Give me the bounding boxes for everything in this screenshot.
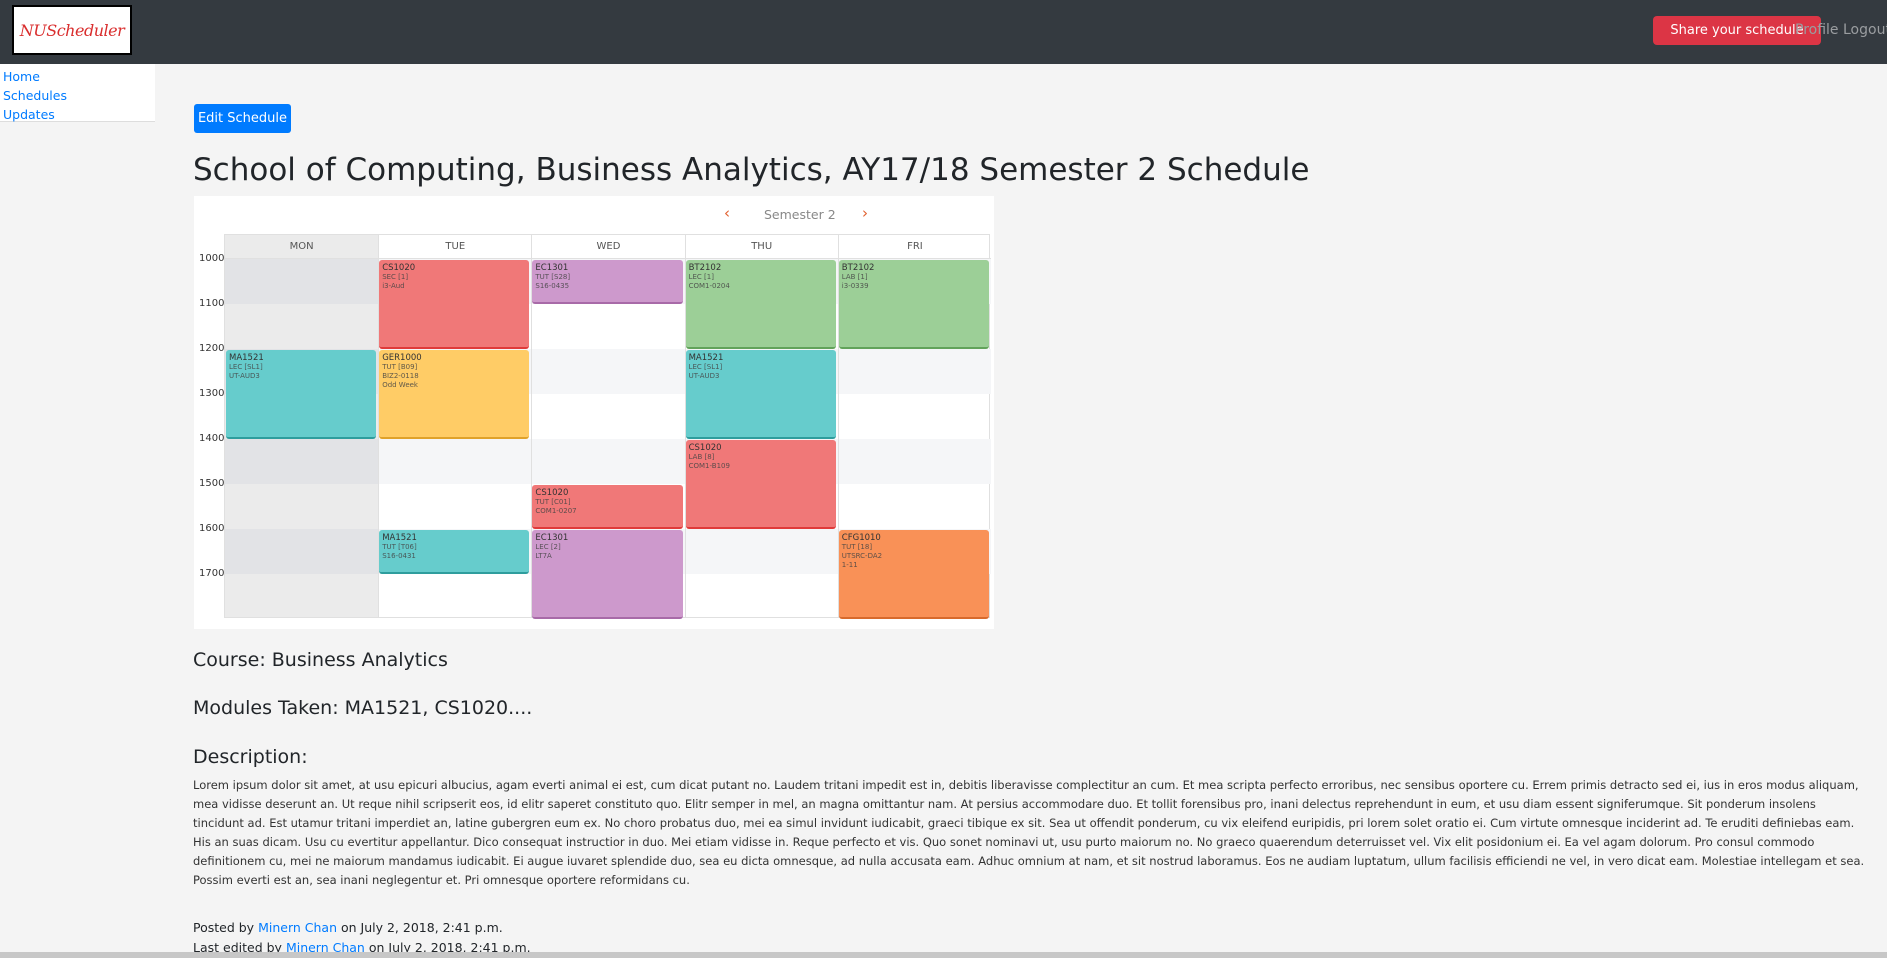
posted-prefix: Posted by <box>193 920 255 935</box>
semester-nav: ‹ Semester 2 › <box>194 204 994 224</box>
chevron-left-icon[interactable]: ‹ <box>724 204 730 222</box>
timetable-event[interactable]: CS1020 LAB [8] COM1-B109 <box>685 440 836 529</box>
edit-schedule-button[interactable]: Edit Schedule <box>194 104 291 133</box>
top-navbar: NUScheduler Share your schedule Profile … <box>0 0 1887 64</box>
course-heading: Course: Business Analytics <box>193 649 448 671</box>
sidebar: Home Schedules Updates <box>0 64 155 122</box>
posted-date: on July 2, 2018, 2:41 p.m. <box>340 920 503 935</box>
event-details: LAB [8] COM1-B109 <box>688 453 730 470</box>
event-details: LEC [2] LT7A <box>535 543 561 560</box>
hour-label: 1100 <box>199 298 225 309</box>
event-details: TUT [T06] S16-0431 <box>382 543 417 560</box>
posted-author-link[interactable]: Minern Chan <box>258 920 337 935</box>
hour-label: 1500 <box>199 478 225 489</box>
timetable-event[interactable]: MA1521 LEC [SL1] UT-AUD3 <box>685 350 836 439</box>
timetable-event[interactable]: EC1301 TUT [S28] S16-0435 <box>532 260 683 304</box>
logout-link[interactable]: Logout <box>1843 22 1887 38</box>
event-code: MA1521 <box>688 353 724 363</box>
event-code: CFG1010 <box>841 533 881 543</box>
logo[interactable]: NUScheduler <box>12 5 132 55</box>
description-heading: Description: <box>193 746 308 768</box>
timetable-event[interactable]: BT2102 LAB [1] i3-0339 <box>838 260 989 349</box>
timetable-event[interactable]: CS1020 TUT [C01] COM1-0207 <box>532 485 683 529</box>
day-header: FRI <box>838 235 991 259</box>
profile-link[interactable]: Profile <box>1795 22 1839 38</box>
day-header: THU <box>685 235 838 259</box>
hour-label: 1000 <box>199 253 225 264</box>
page-title: School of Computing, Business Analytics,… <box>193 152 1310 188</box>
event-code: MA1521 <box>229 353 264 363</box>
event-code: EC1301 <box>535 263 569 273</box>
day-header: TUE <box>379 235 532 259</box>
hour-label: 1200 <box>199 343 225 354</box>
timetable-event[interactable]: BT2102 LEC [1] COM1-0204 <box>685 260 836 349</box>
event-code: CS1020 <box>535 488 569 498</box>
timetable-event[interactable]: EC1301 LEC [2] LT7A <box>532 530 683 619</box>
event-code: GER1000 <box>382 353 422 363</box>
event-details: TUT [B09] BIZ2-0118 Odd Week <box>382 363 419 389</box>
sidebar-item-updates[interactable]: Updates <box>3 105 155 124</box>
event-details: LAB [1] i3-0339 <box>841 273 869 290</box>
event-details: TUT [S28] S16-0435 <box>535 273 571 290</box>
timetable: ‹ Semester 2 › 1000 1100 1200 1300 1400 1500 1… <box>194 196 994 629</box>
timetable-event[interactable]: MA1521 LEC [SL1] UT-AUD3 <box>226 350 377 439</box>
timetable-grid: MON TUE WED THU FRI CS1020 SEC [1] i3-Aud EC130… <box>224 234 991 619</box>
event-code: BT2102 <box>841 263 875 273</box>
event-details: TUT [C01] COM1-0207 <box>535 498 577 515</box>
timetable-event[interactable]: CS1020 SEC [1] i3-Aud <box>379 260 530 349</box>
event-code: MA1521 <box>382 533 417 543</box>
timetable-event[interactable]: MA1521 TUT [T06] S16-0431 <box>379 530 530 574</box>
sidebar-item-schedules[interactable]: Schedules <box>3 86 155 105</box>
event-code: CS1020 <box>688 443 722 453</box>
sidebar-item-home[interactable]: Home <box>3 67 155 86</box>
event-code: CS1020 <box>382 263 416 273</box>
day-header: MON <box>225 235 379 259</box>
modules-heading: Modules Taken: MA1521, CS1020.... <box>193 697 533 719</box>
event-details: LEC [SL1] UT-AUD3 <box>229 363 263 380</box>
logo-text: NUScheduler <box>19 20 125 40</box>
event-details: LEC [1] COM1-0204 <box>688 273 730 290</box>
posted-by: Posted by Minern Chan on July 2, 2018, 2… <box>193 920 503 935</box>
semester-label: Semester 2 <box>764 207 836 222</box>
hour-label: 1600 <box>199 523 225 534</box>
event-code: EC1301 <box>535 533 569 543</box>
description-text: Lorem ipsum dolor sit amet, at usu epicu… <box>193 778 1865 887</box>
event-details: TUT [18] UTSRC-DA2 1-11 <box>841 543 883 569</box>
timetable-event[interactable]: CFG1010 TUT [18] UTSRC-DA2 1-11 <box>838 530 989 619</box>
hour-label: 1400 <box>199 433 225 444</box>
timetable-event[interactable]: GER1000 TUT [B09] BIZ2-0118 Odd Week <box>379 350 530 439</box>
event-details: LEC [SL1] UT-AUD3 <box>688 363 723 380</box>
day-header: WED <box>532 235 685 259</box>
event-details: SEC [1] i3-Aud <box>382 273 409 290</box>
hour-label: 1300 <box>199 388 225 399</box>
hour-label: 1700 <box>199 568 225 579</box>
event-code: BT2102 <box>688 263 722 273</box>
chevron-right-icon[interactable]: › <box>862 204 868 222</box>
horizontal-scrollbar[interactable] <box>0 952 1887 958</box>
